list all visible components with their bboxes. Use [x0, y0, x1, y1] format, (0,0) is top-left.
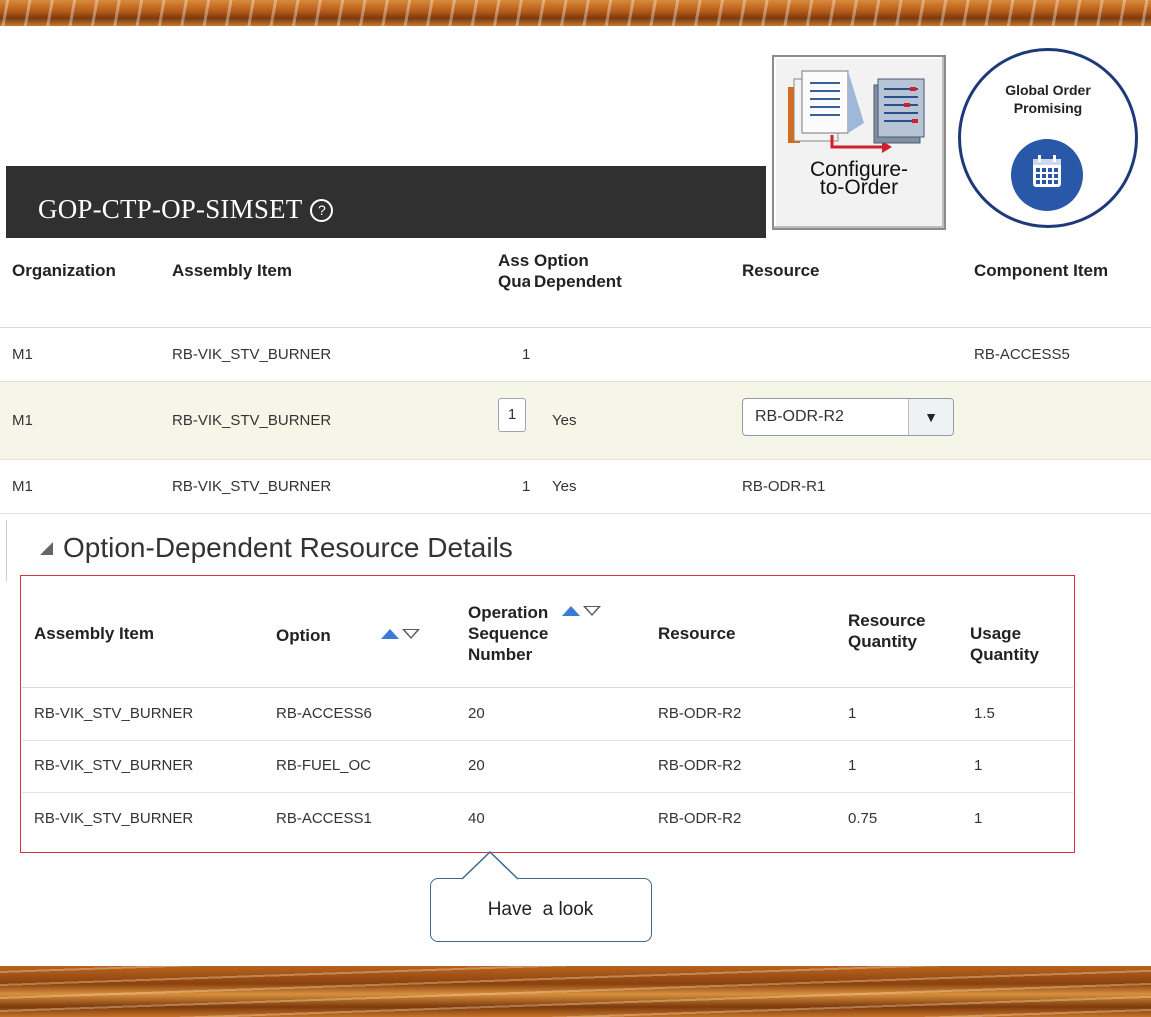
help-icon[interactable]: ? — [310, 199, 334, 222]
callout-text: Have a look — [487, 899, 594, 920]
gop-label-line2: Promising — [1013, 100, 1083, 116]
cell-resource-quantity: 0.75 — [848, 810, 878, 827]
callout-bubble: Have a look — [430, 878, 652, 942]
cell-operation-sequence: 20 — [468, 705, 485, 722]
cell-assembly-item: RB-VIK_STV_BURNER — [34, 810, 194, 827]
table-divider — [22, 687, 1073, 688]
row-divider — [22, 792, 1073, 793]
decorative-wood-banner-bottom — [0, 966, 1151, 1017]
column-header-option-dependent[interactable]: Option Dependent — [534, 250, 622, 292]
global-order-promising-badge: Global Order Promising — [958, 48, 1138, 228]
dropdown-arrow-icon[interactable]: ▼ — [908, 399, 953, 435]
cell-option-dependent: Yes — [552, 478, 577, 495]
cell-assembly-item: RB-VIK_STV_BURNER — [172, 478, 332, 495]
cell-resource: RB-ODR-R1 — [742, 478, 826, 495]
decorative-wood-banner-top — [0, 0, 1151, 26]
calendar-icon — [1011, 139, 1083, 211]
cell-organization: M1 — [12, 478, 33, 495]
gop-label-line1: Global Order — [1005, 82, 1091, 98]
callout-pointer — [462, 851, 519, 880]
cell-organization: M1 — [12, 412, 33, 429]
column-header-assembly-item[interactable]: Assembly Item — [172, 260, 292, 281]
resource-select-value: RB-ODR-R2 — [755, 408, 844, 425]
collapse-triangle-icon[interactable] — [40, 542, 53, 555]
cell-option-dependent: Yes — [552, 412, 577, 429]
page-header: GOP-CTP-OP-SIMSET? — [6, 166, 766, 238]
section-left-border — [6, 520, 7, 582]
cell-usage-quantity: 1 — [974, 810, 983, 827]
cell-usage-quantity: 1.5 — [974, 705, 995, 722]
cell-operation-sequence: 40 — [468, 810, 485, 827]
configure-to-order-icon — [788, 70, 925, 153]
cell-resource: RB-ODR-R2 — [658, 705, 742, 722]
section-header[interactable]: Option-Dependent Resource Details — [40, 532, 513, 564]
cell-option: RB-ACCESS6 — [276, 705, 372, 722]
detail-header-resource-quantity[interactable]: Resource Quantity — [848, 610, 925, 652]
cell-assembly-item: RB-VIK_STV_BURNER — [34, 705, 194, 722]
resource-select[interactable]: RB-ODR-R2 ▼ — [742, 398, 954, 436]
detail-header-assembly-item[interactable]: Assembly Item — [34, 623, 154, 644]
cell-resource-quantity: 1 — [848, 705, 857, 722]
cell-resource: RB-ODR-R2 — [658, 810, 742, 827]
cell-quantity: 1 — [522, 478, 531, 495]
section-title: Option-Dependent Resource Details — [63, 532, 513, 563]
sort-descending-icon[interactable] — [401, 629, 420, 639]
cell-resource-quantity: 1 — [848, 757, 857, 774]
configure-to-order-badge: Configure- to-Order — [772, 55, 946, 230]
detail-header-resource[interactable]: Resource — [658, 623, 735, 644]
row-divider — [22, 740, 1073, 741]
cell-resource: RB-ODR-R2 — [658, 757, 742, 774]
configure-to-order-label: Configure- to-Order — [809, 158, 909, 199]
quantity-input[interactable]: 1 — [498, 398, 526, 432]
detail-header-option[interactable]: Option — [276, 623, 420, 646]
page-title: GOP-CTP-OP-SIMSET — [38, 194, 303, 224]
column-header-component-item[interactable]: Component Item — [974, 260, 1108, 281]
detail-header-usage-quantity[interactable]: Usage Quantity — [970, 623, 1039, 665]
row-divider — [0, 381, 1151, 382]
column-header-assembly-quantity[interactable]: Ass Qua — [498, 250, 530, 292]
cell-quantity: 1 — [522, 346, 531, 363]
column-header-resource[interactable]: Resource — [742, 260, 819, 281]
cell-option: RB-FUEL_OC — [276, 757, 372, 774]
cell-assembly-item: RB-VIK_STV_BURNER — [172, 346, 332, 363]
cell-component-item: RB-ACCESS5 — [974, 346, 1070, 363]
cell-assembly-item: RB-VIK_STV_BURNER — [34, 757, 194, 774]
cell-option: RB-ACCESS1 — [276, 810, 372, 827]
detail-header-operation-sequence-number[interactable]: Operation Sequence Number — [468, 600, 602, 665]
column-header-organization[interactable]: Organization — [12, 260, 116, 281]
table-divider — [0, 327, 1151, 328]
sort-descending-icon[interactable] — [583, 606, 602, 616]
row-divider — [0, 459, 1151, 460]
sort-ascending-icon[interactable] — [380, 629, 399, 639]
row-divider — [0, 513, 1151, 514]
sort-ascending-icon[interactable] — [562, 606, 581, 616]
cell-assembly-item: RB-VIK_STV_BURNER — [172, 412, 332, 429]
cell-operation-sequence: 20 — [468, 757, 485, 774]
cell-usage-quantity: 1 — [974, 757, 983, 774]
cell-organization: M1 — [12, 346, 33, 363]
